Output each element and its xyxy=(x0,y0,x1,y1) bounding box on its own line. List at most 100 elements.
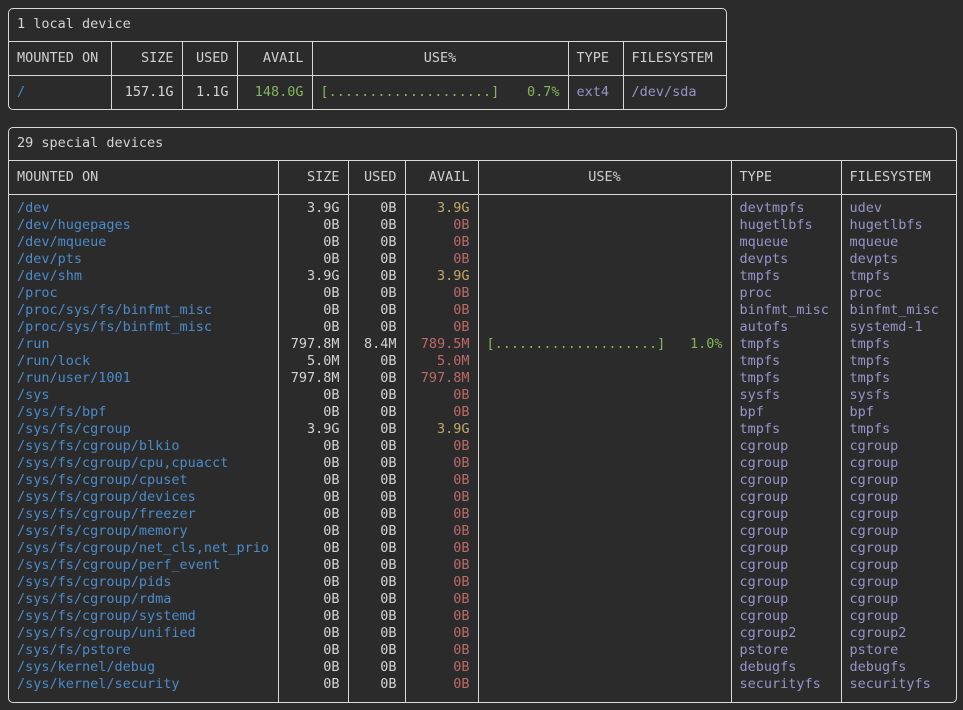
column-header-row: MOUNTED ON SIZE USED AVAIL USE% TYPE FIL… xyxy=(9,42,726,76)
panel-title-row: 1 local device xyxy=(9,9,726,42)
cell-filesystem: pstore xyxy=(841,642,956,659)
use-percent-value: 1.0% xyxy=(690,336,723,353)
cell-filesystem: cgroup xyxy=(841,438,956,455)
cell-mounted-on: /sys/kernel/debug xyxy=(9,659,278,676)
cell-avail: 0B xyxy=(405,557,478,574)
cell-filesystem: cgroup xyxy=(841,591,956,608)
cell-size: 0B xyxy=(278,387,348,404)
cell-used: 0B xyxy=(348,591,405,608)
cell-use-percent xyxy=(478,506,731,523)
cell-filesystem: cgroup xyxy=(841,557,956,574)
cell-use-percent xyxy=(478,319,731,336)
cell-size: 0B xyxy=(278,489,348,506)
special-devices-table: 29 special devices MOUNTED ON SIZE USED … xyxy=(9,128,956,702)
cell-avail: 0B xyxy=(405,506,478,523)
cell-used: 0B xyxy=(348,523,405,540)
cell-mounted-on: /sys/fs/cgroup/memory xyxy=(9,523,278,540)
use-percent-bar: [....................] xyxy=(321,84,500,100)
column-header-filesystem: FILESYSTEM xyxy=(841,161,956,195)
cell-avail: 0B xyxy=(405,251,478,268)
cell-size: 3.9G xyxy=(278,421,348,438)
cell-filesystem: binfmt_misc xyxy=(841,302,956,319)
cell-size: 0B xyxy=(278,472,348,489)
column-header-used: USED xyxy=(182,42,237,76)
cell-use-percent xyxy=(478,557,731,574)
cell-mounted-on: /sys/fs/cgroup/freezer xyxy=(9,506,278,523)
cell-use-percent: 1.0% [....................] xyxy=(478,336,731,353)
cell-use-percent xyxy=(478,387,731,404)
cell-use-percent xyxy=(478,540,731,557)
cell-filesystem: tmpfs xyxy=(841,336,956,353)
cell-avail: 0B xyxy=(405,472,478,489)
cell-avail: 0B xyxy=(405,285,478,302)
cell-used: 0B xyxy=(348,302,405,319)
cell-use-percent xyxy=(478,574,731,591)
cell-avail: 0B xyxy=(405,302,478,319)
cell-filesystem: tmpfs xyxy=(841,353,956,370)
cell-avail: 3.9G xyxy=(405,195,478,218)
column-header-row: MOUNTED ON SIZE USED AVAIL USE% TYPE FIL… xyxy=(9,161,956,195)
cell-avail: 0B xyxy=(405,319,478,336)
device-row: /dev/shm 3.9G 0B 3.9G tmpfs tmpfs xyxy=(9,268,956,285)
device-row: /dev/mqueue 0B 0B 0B mqueue mqueue xyxy=(9,234,956,251)
cell-avail: 148.0G xyxy=(237,76,312,110)
device-row: /dev/hugepages 0B 0B 0B hugetlbfs hugetl… xyxy=(9,217,956,234)
column-header-mounted-on: MOUNTED ON xyxy=(9,161,278,195)
cell-used: 1.1G xyxy=(182,76,237,110)
cell-filesystem: cgroup xyxy=(841,455,956,472)
use-percent-bar: [....................] xyxy=(487,336,666,352)
cell-mounted-on: /dev/mqueue xyxy=(9,234,278,251)
cell-type: cgroup xyxy=(731,489,841,506)
local-devices-panel-title: 1 local device xyxy=(9,9,726,42)
cell-filesystem: cgroup xyxy=(841,608,956,625)
device-row: /sys/fs/cgroup/freezer 0B 0B 0B cgroup c… xyxy=(9,506,956,523)
cell-size: 0B xyxy=(278,676,348,702)
device-row: /proc 0B 0B 0B proc proc xyxy=(9,285,956,302)
cell-size: 0B xyxy=(278,404,348,421)
cell-filesystem: hugetlbfs xyxy=(841,217,956,234)
cell-use-percent xyxy=(478,472,731,489)
cell-type: sysfs xyxy=(731,387,841,404)
device-row: /sys/fs/cgroup/perf_event 0B 0B 0B cgrou… xyxy=(9,557,956,574)
cell-mounted-on: /sys/fs/cgroup/devices xyxy=(9,489,278,506)
cell-type: securityfs xyxy=(731,676,841,702)
cell-size: 0B xyxy=(278,591,348,608)
cell-avail: 0B xyxy=(405,608,478,625)
cell-avail: 0B xyxy=(405,234,478,251)
device-row: /sys/kernel/security 0B 0B 0B securityfs… xyxy=(9,676,956,702)
cell-avail: 5.0M xyxy=(405,353,478,370)
cell-size: 3.9G xyxy=(278,268,348,285)
column-header-mounted-on: MOUNTED ON xyxy=(9,42,111,76)
column-header-avail: AVAIL xyxy=(237,42,312,76)
cell-size: 5.0M xyxy=(278,353,348,370)
special-devices-panel: 29 special devices MOUNTED ON SIZE USED … xyxy=(8,127,957,703)
cell-mounted-on: /sys/fs/cgroup/rdma xyxy=(9,591,278,608)
column-header-size: SIZE xyxy=(278,161,348,195)
cell-size: 0B xyxy=(278,302,348,319)
cell-size: 0B xyxy=(278,285,348,302)
device-row: /sys/fs/cgroup/cpuset 0B 0B 0B cgroup cg… xyxy=(9,472,956,489)
cell-mounted-on: /run/lock xyxy=(9,353,278,370)
cell-use-percent xyxy=(478,421,731,438)
column-header-used: USED xyxy=(348,161,405,195)
cell-mounted-on: /dev/shm xyxy=(9,268,278,285)
device-row: /sys/fs/cgroup/pids 0B 0B 0B cgroup cgro… xyxy=(9,574,956,591)
cell-use-percent xyxy=(478,251,731,268)
cell-used: 0B xyxy=(348,195,405,218)
cell-size: 0B xyxy=(278,217,348,234)
cell-use-percent xyxy=(478,489,731,506)
cell-avail: 0B xyxy=(405,642,478,659)
cell-type: cgroup2 xyxy=(731,625,841,642)
use-percent-value: 0.7% xyxy=(527,84,560,101)
cell-filesystem: cgroup xyxy=(841,489,956,506)
cell-type: tmpfs xyxy=(731,353,841,370)
cell-size: 797.8M xyxy=(278,336,348,353)
cell-type: cgroup xyxy=(731,574,841,591)
panel-title-row: 29 special devices xyxy=(9,128,956,161)
cell-used: 0B xyxy=(348,438,405,455)
cell-type: tmpfs xyxy=(731,370,841,387)
local-devices-table: 1 local device MOUNTED ON SIZE USED AVAI… xyxy=(9,9,726,109)
cell-mounted-on: /sys/kernel/security xyxy=(9,676,278,702)
cell-mounted-on: /sys/fs/cgroup/systemd xyxy=(9,608,278,625)
cell-size: 0B xyxy=(278,625,348,642)
